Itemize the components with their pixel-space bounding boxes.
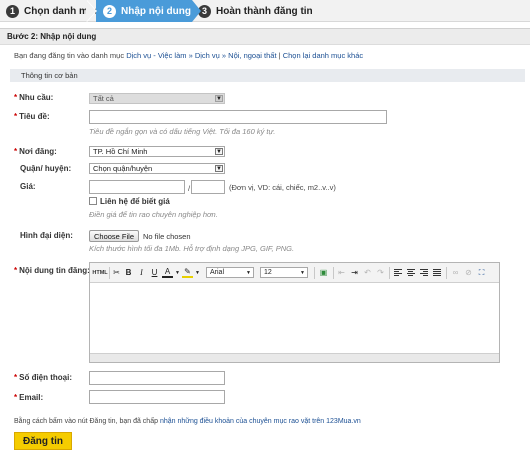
toolbar-divider	[333, 267, 334, 279]
chevron-down-icon[interactable]: ▼	[192, 267, 203, 278]
undo-icon[interactable]: ↶	[362, 267, 373, 278]
content-editor: HTML ✂ B I U A ▼ ✎ ▼ Arial ▼ 12 ▼ ▣ ⇤ ⇥ …	[89, 262, 500, 363]
avatar-label: Hình đại diện:	[20, 231, 73, 240]
insert-link-icon[interactable]: ∞	[450, 267, 461, 278]
toolbar-divider	[446, 267, 447, 279]
cut-icon[interactable]: ✂	[111, 267, 122, 278]
chevron-down-icon: ▼	[300, 269, 305, 276]
category-line: Bạn đang đăng tin vào danh mục Dịch vụ -…	[14, 51, 363, 60]
price-hint: Điền giá để tin rao chuyên nghiệp hơn.	[89, 210, 218, 219]
toolbar-divider	[109, 267, 110, 279]
price-input[interactable]	[89, 180, 185, 194]
section-basic-info: Thông tin cơ bản	[10, 69, 525, 82]
unlink-icon[interactable]: ⊘	[463, 267, 474, 278]
chevron-down-icon: ▼	[215, 165, 223, 172]
step-number-2: 2	[103, 4, 116, 18]
place-label: * Nơi đăng:	[14, 147, 57, 156]
title-label: * Tiêu đề:	[14, 112, 50, 121]
submit-button[interactable]: Đăng tin	[14, 432, 72, 450]
need-select: Tất cả ▼	[89, 93, 225, 104]
price-label: Giá:	[20, 182, 36, 191]
terms-link[interactable]: nhận những điều khoản của chuyên mục rao…	[160, 418, 361, 425]
place-select[interactable]: TP. Hồ Chí Minh ▼	[89, 146, 225, 157]
toolbar-divider	[389, 267, 390, 279]
editor-statusbar	[90, 353, 499, 362]
panel-title: Bước 2: Nhập nội dung	[0, 29, 530, 45]
contact-price-label[interactable]: Liên hệ để biết giá	[100, 197, 170, 206]
category-separator: |	[278, 51, 281, 60]
html-source-button[interactable]: HTML	[92, 267, 107, 278]
chevron-down-icon: ▼	[246, 269, 251, 276]
price-unit-input[interactable]	[191, 180, 225, 194]
chevron-down-icon: ▼	[215, 148, 223, 155]
phone-label: * Số điện thoại:	[14, 373, 73, 382]
terms-prefix: Bằng cách bấm vào nút Đăng tin, bạn đã c…	[14, 418, 158, 425]
indent-icon[interactable]: ⇥	[349, 267, 360, 278]
outdent-icon[interactable]: ⇤	[336, 267, 347, 278]
step-bar: 1 Chọn danh mục 2 Nhập nội dung 3 Hoàn t…	[0, 0, 530, 22]
align-left-icon[interactable]	[392, 267, 403, 278]
phone-input[interactable]	[89, 371, 225, 385]
category-prefix: Bạn đang đăng tin vào danh mục	[14, 51, 125, 60]
toolbar-divider	[314, 267, 315, 279]
font-family-select[interactable]: Arial ▼	[206, 267, 254, 278]
step-enter-content: 2 Nhập nội dung	[103, 0, 191, 22]
district-label: Quận/ huyện:	[20, 164, 72, 173]
active-step-arrow	[192, 0, 201, 22]
step-label-3: Hoàn thành đăng tin	[216, 5, 313, 17]
insert-image-icon[interactable]: ▣	[318, 267, 329, 278]
title-hint: Tiêu đề ngắn gọn và có dấu tiếng Việt. T…	[89, 127, 276, 136]
need-label: * Nhu cầu:	[14, 93, 54, 102]
price-unit-hint: (Đơn vị, VD: cái, chiếc, m2..v..v)	[229, 183, 336, 192]
content-label: * Nội dung tin đăng:	[14, 266, 90, 275]
content-panel: Bước 2: Nhập nội dung Bạn đang đăng tin …	[0, 28, 530, 457]
bold-button[interactable]: B	[123, 267, 134, 278]
change-category-link[interactable]: Chọn lại danh mục khác	[283, 51, 363, 60]
underline-button[interactable]: U	[149, 267, 160, 278]
email-input[interactable]	[89, 390, 225, 404]
contact-price-checkbox[interactable]	[89, 197, 97, 205]
avatar-hint: Kích thước hình tối đa 1Mb. Hỗ trợ định …	[89, 244, 295, 253]
align-justify-icon[interactable]	[431, 267, 442, 278]
terms-text: Bằng cách bấm vào nút Đăng tin, bạn đã c…	[14, 418, 361, 425]
chevron-down-icon: ▼	[215, 95, 223, 102]
step-finish: 3 Hoàn thành đăng tin	[198, 0, 313, 22]
choose-file-button[interactable]: Choose File	[89, 230, 140, 242]
align-right-icon[interactable]	[418, 267, 429, 278]
step-label-2: Nhập nội dung	[121, 5, 191, 17]
italic-button[interactable]: I	[136, 267, 147, 278]
editor-toolbar: HTML ✂ B I U A ▼ ✎ ▼ Arial ▼ 12 ▼ ▣ ⇤ ⇥ …	[90, 263, 499, 283]
redo-icon[interactable]: ↷	[375, 267, 386, 278]
category-path-link[interactable]: Dịch vụ - Việc làm » Dịch vụ » Nội, ngoạ…	[126, 51, 276, 60]
price-separator: /	[188, 184, 191, 193]
file-status: No file chosen	[143, 232, 191, 241]
step-number-1: 1	[6, 4, 19, 18]
title-input[interactable]	[89, 110, 387, 124]
email-label: * Email:	[14, 393, 44, 402]
font-size-select[interactable]: 12 ▼	[260, 267, 308, 278]
fullscreen-icon[interactable]: ⛶	[476, 267, 487, 278]
editor-content-area[interactable]	[90, 283, 499, 353]
step-divider-arrow	[86, 0, 96, 22]
district-select[interactable]: Chọn quận/huyện ▼	[89, 163, 225, 174]
align-center-icon[interactable]	[405, 267, 416, 278]
